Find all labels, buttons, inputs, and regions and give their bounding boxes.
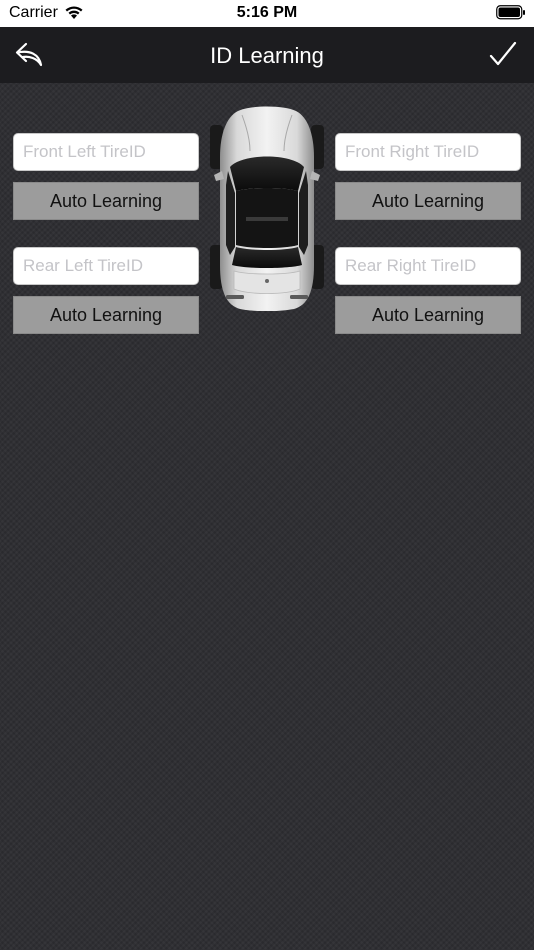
rear-right-tireid-input[interactable] — [335, 247, 521, 285]
front-right-auto-learning-button[interactable]: Auto Learning — [335, 182, 521, 220]
nav-bar: ID Learning — [0, 27, 534, 83]
rear-left-auto-learning-button[interactable]: Auto Learning — [13, 296, 199, 334]
id-learning-panel: Auto Learning Auto Learning Auto Learnin… — [0, 83, 534, 950]
page-title: ID Learning — [210, 43, 324, 68]
battery-icon — [496, 5, 526, 25]
rear-left-tireid-input[interactable] — [13, 247, 199, 285]
status-time: 5:16 PM — [236, 4, 298, 21]
checkmark-icon[interactable] — [488, 39, 518, 69]
front-left-auto-learning-button[interactable]: Auto Learning — [13, 182, 199, 220]
front-right-tireid-input[interactable] — [335, 133, 521, 171]
front-left-tireid-input[interactable] — [13, 133, 199, 171]
car-top-view-image — [208, 105, 326, 312]
rear-right-auto-learning-button[interactable]: Auto Learning — [335, 296, 521, 334]
status-bar: Carrier 5:16 PM — [0, 0, 534, 27]
